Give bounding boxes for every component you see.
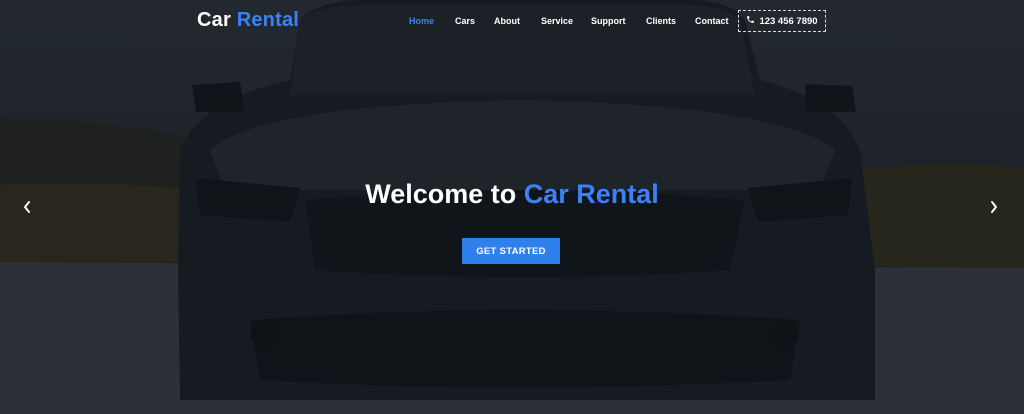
phone-button[interactable]: 123 456 7890 (738, 10, 826, 32)
carousel-prev-button[interactable] (21, 199, 33, 215)
nav-item-support[interactable]: Support (591, 16, 626, 26)
phone-number: 123 456 7890 (759, 15, 818, 27)
carousel-next-button[interactable] (988, 199, 1000, 215)
brand-logo[interactable]: Car Rental (197, 9, 299, 32)
nav-item-about[interactable]: About (494, 16, 520, 26)
brand-name-part1: Car (197, 9, 231, 31)
nav-item-home[interactable]: Home (409, 16, 434, 26)
hero-headline: Welcome to Car Rental (0, 179, 1024, 210)
nav-item-contact[interactable]: Contact (695, 16, 729, 26)
phone-icon (746, 15, 755, 27)
chevron-left-icon (21, 201, 33, 219)
nav-item-service[interactable]: Service (541, 16, 573, 26)
chevron-right-icon (988, 201, 1000, 219)
brand-name-part2: Rental (236, 9, 300, 31)
headline-part1: Welcome to (365, 179, 517, 209)
headline-part2: Car Rental (523, 179, 659, 209)
get-started-button[interactable]: GET STARTED (462, 238, 560, 264)
nav-item-cars[interactable]: Cars (455, 16, 475, 26)
nav-item-clients[interactable]: Clients (646, 16, 676, 26)
